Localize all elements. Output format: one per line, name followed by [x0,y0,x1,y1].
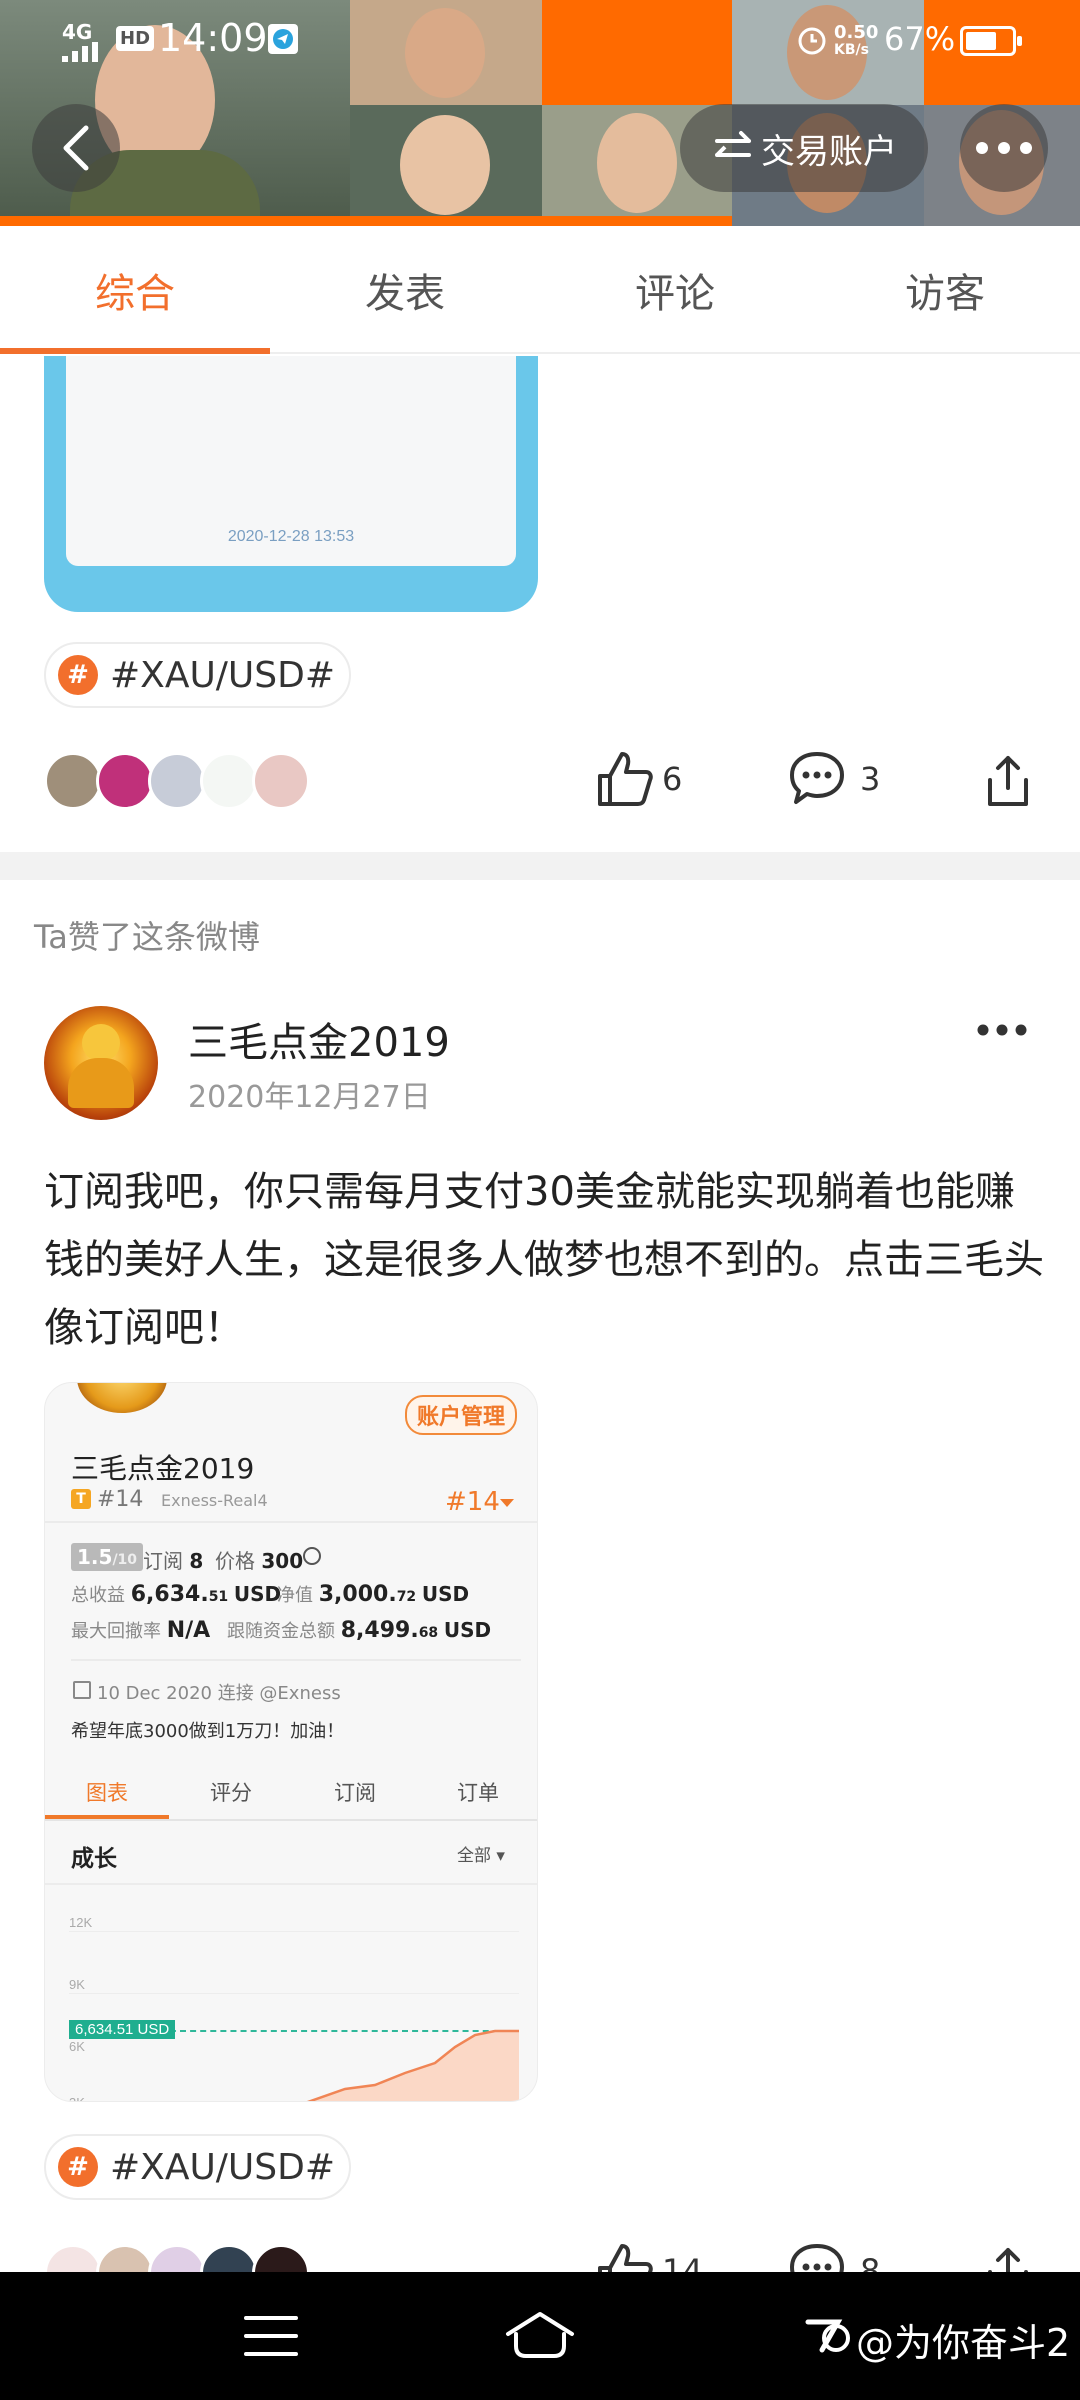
signal-icon [62,42,98,62]
avatar [200,752,258,810]
post-2-date: 2020年12月27日 [188,1080,431,1115]
card-price: 价格 300 [215,1549,304,1573]
post-2-more-button[interactable] [976,1022,1036,1042]
card-follow-funds: 跟随资金总额 8,499.68 USD [227,1618,492,1643]
card-tabs: 图表 评分 订阅 订单 [45,1771,537,1821]
thumbs-up-icon [598,752,653,806]
weibo-logo-icon [805,2319,850,2353]
share-icon [988,756,1028,806]
card-value-tag: 6,634.51 USD [69,2020,176,2039]
post-2-author-avatar[interactable] [44,1006,158,1120]
card-tab-chart: 图表 [45,1771,169,1819]
home-icon[interactable] [504,2310,576,2360]
post-2-image[interactable]: 账户管理 三毛点金2019 T #14 Exness-Real4 #14 1.5… [44,1382,538,2102]
switch-account-button[interactable]: 交易账户 [680,104,928,192]
watermark: @为你奋斗2 [856,2321,1071,2365]
card-motto: 希望年底3000做到1万刀！加油！ [71,1721,345,1742]
post-1-hashtag[interactable]: # #XAU/USD# [44,642,352,708]
card-avatar [77,1383,167,1413]
caret-down-icon [500,1499,514,1507]
hashtag-icon: # [58,2147,98,2187]
calendar-icon [73,1681,91,1699]
y-tick-12k: 12K [69,1915,93,1930]
card-rank-right: #14 [445,1487,500,1517]
card-risk-badge: 1.5/10 [71,1543,144,1571]
post-1-comment-button[interactable]: 3 [788,750,880,808]
tab-visitors[interactable]: 访客 [810,226,1080,354]
telegram-icon [268,24,298,54]
profile-header: 4G HD 14:09 0.50 KB/s 67% 交易账户 [0,0,1080,228]
battery-icon [960,26,1022,56]
tab-overview[interactable]: 综合 [0,226,270,354]
hashtag-icon: # [58,655,98,695]
card-tab-orders: 订单 [457,1781,499,1805]
post-1-share-button[interactable] [980,752,1036,808]
section-divider [0,852,1080,880]
post-2-author-name[interactable]: 三毛点金2019 [188,1010,450,1068]
post-1-comment-count: 3 [860,760,881,798]
more-button[interactable] [960,104,1048,192]
card-equity: 净值 3,000.72 USD [277,1582,470,1607]
more-dots-icon [977,1024,1027,1036]
status-bar: 4G HD 14:09 0.50 KB/s 67% [0,0,1080,80]
coin-icon [303,1547,321,1565]
header-photo-6 [350,105,542,228]
post-2-text: 订阅我吧，你只需每月支付30美金就能实现躺着也能赚钱的美好人生，这是很多人做梦也… [44,1169,1044,1351]
tab-comments[interactable]: 评论 [540,226,810,354]
hd-badge: HD [116,26,155,51]
tab-posts[interactable]: 发表 [270,226,540,354]
avatar [148,752,206,810]
liked-notice: Ta赞了这条微博 [34,918,260,956]
y-tick-9k: 9K [69,1977,85,1992]
back-button[interactable] [32,104,120,192]
alarm-icon [798,27,826,55]
card-subscriptions: 订阅 8 [143,1549,204,1573]
card-name: 三毛点金2019 [71,1452,255,1485]
avatar [252,752,310,810]
card-tab-subscribe: 订阅 [334,1781,376,1805]
avatar [96,752,154,810]
post-1-like-count: 6 [662,760,683,798]
more-dots-icon [976,142,1032,154]
system-nav-bar: @为你奋斗2 [0,2272,1080,2400]
card-server: Exness-Real4 [161,1491,268,1510]
card-rank: #14 [97,1487,144,1512]
swap-icon [715,131,751,157]
post-2-hashtag[interactable]: # #XAU/USD# [44,2134,352,2200]
comment-bubble-icon [790,752,844,804]
switch-account-label: 交易账户 [761,131,897,172]
post-1-like-button[interactable]: 6 [596,750,682,808]
card-drawdown: 最大回撤率 N/A [71,1618,211,1643]
card-manage-badge: 账户管理 [405,1395,518,1435]
speed-unit: KB/s [834,42,869,58]
card-tab-rating: 评分 [210,1781,252,1805]
battery-percent: 67% [884,20,956,58]
speed-top: 0.50 [834,22,879,43]
card-total-profit: 总收益 6,634.51 USD [71,1582,282,1607]
avatar [44,752,102,810]
post-1-image-timestamp: 2020-12-28 13:53 [227,528,355,545]
card-growth-label: 成长 [71,1846,117,1872]
card-connect-date: 10 Dec 2020 连接 @Exness [97,1683,341,1704]
profile-tabs: 综合 发表 评论 访客 [0,226,1080,354]
post-1-image[interactable]: 2020-12-28 13:53 [44,356,538,612]
menu-icon[interactable] [244,2314,298,2358]
card-filter: 全部 ▾ [457,1846,505,1866]
card-tier-badge: T [71,1489,91,1509]
chevron-left-icon [63,125,89,171]
clock: 14:09 [158,16,268,60]
